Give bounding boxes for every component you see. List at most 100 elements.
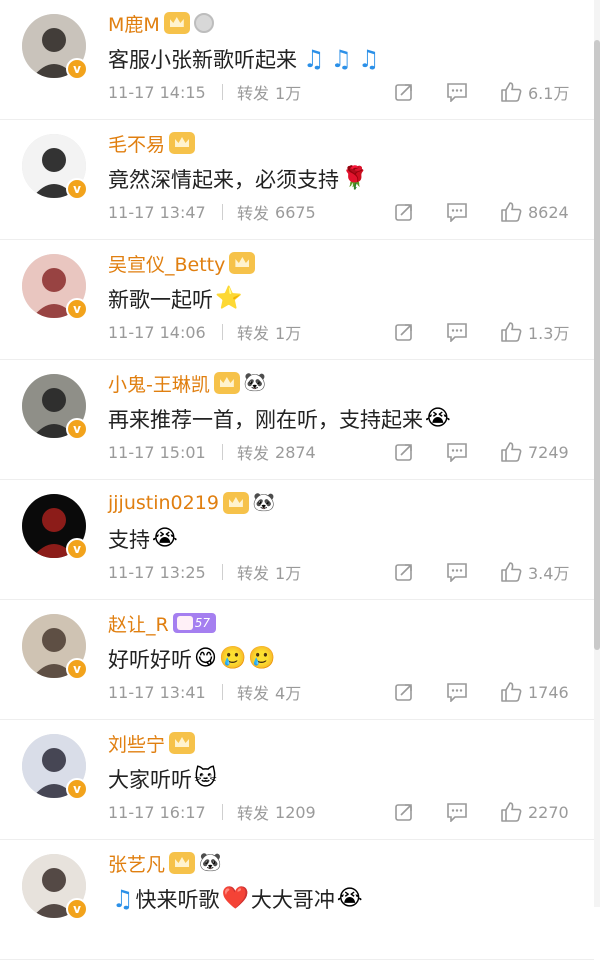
comment-icon[interactable]	[446, 802, 468, 823]
scrollbar[interactable]	[594, 0, 600, 907]
vip-crown-icon	[169, 132, 196, 154]
avatar[interactable]: v	[22, 374, 88, 440]
comment-meta: 11-17 14:15 转发 1万 6.1万	[108, 78, 588, 106]
repost-count: 1万	[275, 324, 302, 343]
avatar[interactable]: v	[22, 854, 88, 920]
avatar[interactable]: v	[22, 14, 88, 80]
comment-body: 竟然深情起来，必须支持 🌹	[108, 162, 368, 196]
username-link[interactable]: 吴宣仪_Betty	[108, 250, 225, 277]
username-link[interactable]: 刘些宁	[108, 730, 165, 757]
comment-icon[interactable]	[446, 82, 468, 103]
username-link[interactable]: jjjustin0219	[108, 492, 219, 514]
comment-text: 竟然深情起来，必须支持	[108, 168, 339, 192]
emoji-icon: ⭐	[215, 286, 243, 311]
name-row: 小鬼-王琳凯 🐼	[108, 368, 266, 398]
divider	[222, 324, 223, 340]
comment-text: 大家听听	[108, 768, 192, 792]
comment-icon[interactable]	[446, 202, 468, 223]
scrollbar-thumb[interactable]	[594, 40, 600, 650]
comment-item: v 刘些宁 大家听听 🐱 11-17 16:17 转发 1209 2270	[0, 720, 594, 840]
avatar[interactable]: v	[22, 734, 88, 800]
comment-body: 再来推荐一首，刚在听，支持起来 😭	[108, 402, 451, 436]
timestamp: 11-17 15:01	[108, 442, 206, 462]
timestamp: 11-17 13:25	[108, 562, 206, 582]
like-button[interactable]: 7249	[500, 438, 569, 466]
divider	[222, 204, 223, 220]
verified-badge-icon: v	[66, 178, 88, 200]
emoji-icon: 😋	[194, 646, 217, 671]
avatar[interactable]: v	[22, 134, 88, 200]
thumbs-up-icon[interactable]	[500, 321, 522, 343]
like-count: 6.1万	[528, 84, 570, 103]
name-row: 毛不易	[108, 128, 196, 158]
like-button[interactable]: 8624	[500, 198, 569, 226]
divider	[222, 84, 223, 100]
comment-body: ♫ 快来听歌 ❤️ 大大哥冲 😭	[108, 882, 363, 916]
vip-crown-icon	[169, 852, 196, 874]
comment-body: 新歌一起听 ⭐	[108, 282, 242, 316]
avatar[interactable]: v	[22, 614, 88, 680]
comment-icon[interactable]	[446, 682, 468, 703]
thumbs-up-icon[interactable]	[500, 561, 522, 583]
name-row: jjjustin0219 🐼	[108, 488, 275, 518]
share-icon[interactable]	[394, 562, 414, 582]
panda-icon: 🐼	[199, 852, 222, 873]
comment-body: 好听好听 😋 🥲 🥲	[108, 642, 276, 676]
share-icon[interactable]	[394, 682, 414, 702]
like-count: 1.3万	[528, 324, 570, 343]
thumbs-up-icon[interactable]	[500, 681, 522, 703]
name-row: M鹿M	[108, 8, 214, 38]
repost-label: 转发	[237, 564, 270, 583]
comment-body: 客服小张新歌听起来 ♫ ♫ ♫	[108, 42, 380, 76]
username-link[interactable]: M鹿M	[108, 10, 160, 37]
repost-count: 1万	[275, 84, 302, 103]
comment-icon[interactable]	[446, 322, 468, 343]
thumbs-up-icon[interactable]	[500, 801, 522, 823]
share-icon[interactable]	[394, 442, 414, 462]
verified-badge-icon: v	[66, 658, 88, 680]
level-badge: 57	[172, 613, 216, 633]
comment-text: 新歌一起听	[108, 288, 213, 312]
comment-item: v jjjustin0219 🐼 支持 😭 11-17 13:25 转发 1万 3.4万	[0, 480, 594, 600]
like-count: 2270	[528, 802, 569, 822]
thumbs-up-icon[interactable]	[500, 441, 522, 463]
emoji-icon: 🥲	[248, 646, 276, 671]
comment-meta: 11-17 15:01 转发 2874 7249	[108, 438, 588, 466]
verified-badge-icon: v	[66, 418, 88, 440]
avatar[interactable]: v	[22, 494, 88, 560]
music-note-icon: ♫	[330, 45, 353, 73]
username-link[interactable]: 赵让_R	[108, 610, 169, 637]
share-icon[interactable]	[394, 802, 414, 822]
comment-text: 快来听歌	[135, 888, 220, 912]
comment-icon[interactable]	[446, 562, 468, 583]
level-icon	[176, 616, 193, 630]
share-icon[interactable]	[394, 322, 414, 342]
name-row: 吴宣仪_Betty	[108, 248, 256, 278]
repost-count: 1万	[275, 564, 302, 583]
like-button[interactable]: 2270	[500, 798, 569, 826]
username-link[interactable]: 小鬼-王琳凯	[108, 370, 210, 397]
emoji-icon: 😭	[152, 526, 178, 551]
comment-meta: 11-17 16:17 转发 1209 2270	[108, 798, 588, 826]
like-button[interactable]: 6.1万	[500, 78, 569, 106]
vip-crown-icon	[213, 372, 240, 394]
thumbs-up-icon[interactable]	[500, 201, 522, 223]
share-icon[interactable]	[394, 82, 414, 102]
username-link[interactable]: 毛不易	[108, 130, 165, 157]
emoji-icon: 🥲	[218, 646, 247, 671]
comment-icon[interactable]	[446, 442, 468, 463]
panda-icon: 🐼	[243, 372, 267, 393]
thumbs-up-icon[interactable]	[500, 81, 522, 103]
share-icon[interactable]	[394, 202, 414, 222]
timestamp: 11-17 13:47	[108, 202, 206, 222]
like-button[interactable]: 1746	[500, 678, 569, 706]
avatar[interactable]: v	[22, 254, 88, 320]
comment-item: v 张艺凡 🐼 ♫ 快来听歌 ❤️ 大大哥冲 😭	[0, 840, 594, 960]
username-link[interactable]: 张艺凡	[108, 850, 165, 877]
vip-crown-icon	[229, 252, 256, 274]
emoji-icon: 😭	[425, 406, 451, 431]
like-button[interactable]: 3.4万	[500, 558, 569, 586]
verified-badge-icon: v	[66, 538, 88, 560]
comment-meta: 11-17 13:25 转发 1万 3.4万	[108, 558, 588, 586]
like-button[interactable]: 1.3万	[500, 318, 569, 346]
